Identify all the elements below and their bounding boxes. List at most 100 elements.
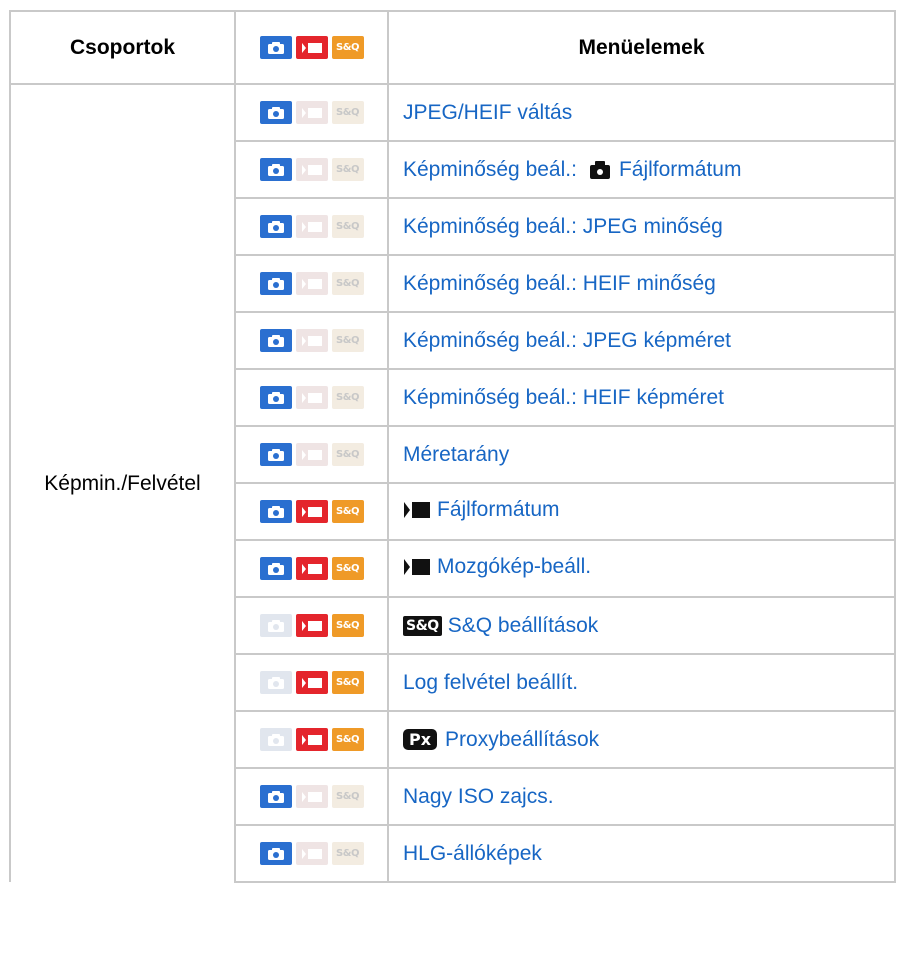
mode-icons: S&Q [259,386,364,409]
menu-item-cell: Log felvétel beállít. [387,653,896,712]
sq-icon: S&Q [331,500,364,523]
mode-icons: S&Q [259,728,364,751]
movie-icon [295,614,328,637]
mode-icons-cell: S&Q [234,197,389,256]
mode-icons: S&Q [259,842,364,865]
menu-item-link[interactable]: Képminőség beál.: HEIF minőség [403,272,716,296]
sq-icon: S&Q [331,36,364,60]
mode-icons: S&Q [259,614,364,637]
movie-icon [295,671,328,694]
mode-icons-cell: S&Q [234,425,389,484]
menu-item-cell: Nagy ISO zajcs. [387,767,896,826]
menu-item-link[interactable]: JPEG/HEIF váltás [403,101,572,125]
movie-icon [295,500,328,523]
menu-item-link[interactable]: Méretarány [403,443,509,467]
sq-icon: S&Q [331,272,364,295]
mode-icons: S&Q [259,329,364,352]
sq-icon: S&Q [331,101,364,124]
menu-item-link[interactable]: Képminőség beál.: HEIF képméret [403,386,724,410]
mode-icons: S&Q [259,158,364,181]
camera-icon [259,101,292,124]
menu-item-label: HLG-állóképek [403,841,542,865]
mode-icons-cell: S&Q [234,596,389,655]
menu-item-link[interactable]: Px Proxybeállítások [403,728,599,752]
menu-item-cell: Képminőség beál.: JPEG képméret [387,311,896,370]
menu-item-cell: Mozgókép-beáll. [387,539,896,598]
movie-icon [295,728,328,751]
sq-icon: S&Q [331,158,364,181]
movie-icon [295,272,328,295]
movie-icon [295,557,328,580]
menu-item-label: Fájlformátum [618,157,742,181]
sq-icon: S&Q [331,614,364,637]
mode-icons-cell: S&Q [234,539,389,598]
menu-item-label: Képminőség beál.: HEIF képméret [403,385,724,409]
mode-icons: S&Q [259,671,364,694]
menu-item-label: Nagy ISO zajcs. [403,784,554,808]
menu-item-cell: S&Q S&Q beállítások [387,596,896,655]
menu-item-link[interactable]: Nagy ISO zajcs. [403,785,554,809]
menu-item-cell: Méretarány [387,425,896,484]
menu-item-label-prefix: Képminőség beál.: [403,157,577,181]
menu-table: Csoportok S&Q Menüelemek Képmin./Felvéte… [9,10,896,883]
sq-icon: S&Q [331,842,364,865]
menu-item-link[interactable]: Képminőség beál.: Fájlformátum [403,158,741,182]
camera-icon [259,443,292,466]
camera-icon [259,842,292,865]
camera-icon [259,272,292,295]
camera-icon [259,728,292,751]
movie-icon [403,500,431,520]
movie-icon [295,158,328,181]
menu-item-link[interactable]: HLG-állóképek [403,842,542,866]
camera-icon [259,614,292,637]
header-groups: Csoportok [9,10,236,85]
menu-item-link[interactable]: S&Q S&Q beállítások [403,614,598,638]
camera-icon [259,500,292,523]
menu-item-link[interactable]: Képminőség beál.: JPEG képméret [403,329,731,353]
mode-icons: S&Q [259,215,364,238]
movie-icon [295,329,328,352]
sq-icon: S&Q [331,671,364,694]
camera-icon [259,785,292,808]
movie-icon [295,785,328,808]
camera-icon [259,36,292,60]
group-name: Képmin./Felvétel [9,83,236,882]
mode-icons-cell: S&Q [234,710,389,769]
camera-icon [259,557,292,580]
menu-item-link[interactable]: Mozgókép-beáll. [403,555,591,579]
menu-item-cell: HLG-állóképek [387,824,896,883]
mode-icons-cell: S&Q [234,767,389,826]
menu-item-cell: Képminőség beál.: Fájlformátum [387,140,896,199]
camera-icon [259,671,292,694]
mode-icons-cell: S&Q [234,653,389,712]
menu-item-label: JPEG/HEIF váltás [403,100,573,124]
menu-item-link[interactable]: Képminőség beál.: JPEG minőség [403,215,723,239]
menu-item-cell: Px Proxybeállítások [387,710,896,769]
mode-icons: S&Q [259,785,364,808]
table-row: Képmin./Felvétel S&Q JPEG/HEIF váltás [9,83,896,882]
movie-icon [295,842,328,865]
mode-icons: S&Q [259,36,364,60]
menu-item-link[interactable]: Log felvétel beállít. [403,671,578,695]
mode-icons-cell: S&Q [234,368,389,427]
movie-icon [295,443,328,466]
camera-icon [583,160,613,180]
menu-item-label: Méretarány [403,442,510,466]
menu-item-label: Képminőség beál.: JPEG képméret [403,328,732,352]
header-modes: S&Q [234,10,389,85]
mode-icons: S&Q [259,101,364,124]
mode-icons: S&Q [259,272,364,295]
sq-badge-icon: S&Q [403,615,442,636]
sq-icon: S&Q [331,215,364,238]
sq-icon: S&Q [331,386,364,409]
menu-item-link[interactable]: Fájlformátum [403,498,560,522]
sq-icon: S&Q [331,728,364,751]
menu-item-label: Képminőség beál.: JPEG minőség [403,214,723,238]
mode-icons: S&Q [259,557,364,580]
menu-item-cell: Képminőség beál.: HEIF képméret [387,368,896,427]
header-menu-items: Menüelemek [387,10,896,85]
menu-item-cell: JPEG/HEIF váltás [387,83,896,142]
menu-item-label: Fájlformátum [437,498,560,521]
movie-icon [295,36,328,60]
movie-icon [295,101,328,124]
